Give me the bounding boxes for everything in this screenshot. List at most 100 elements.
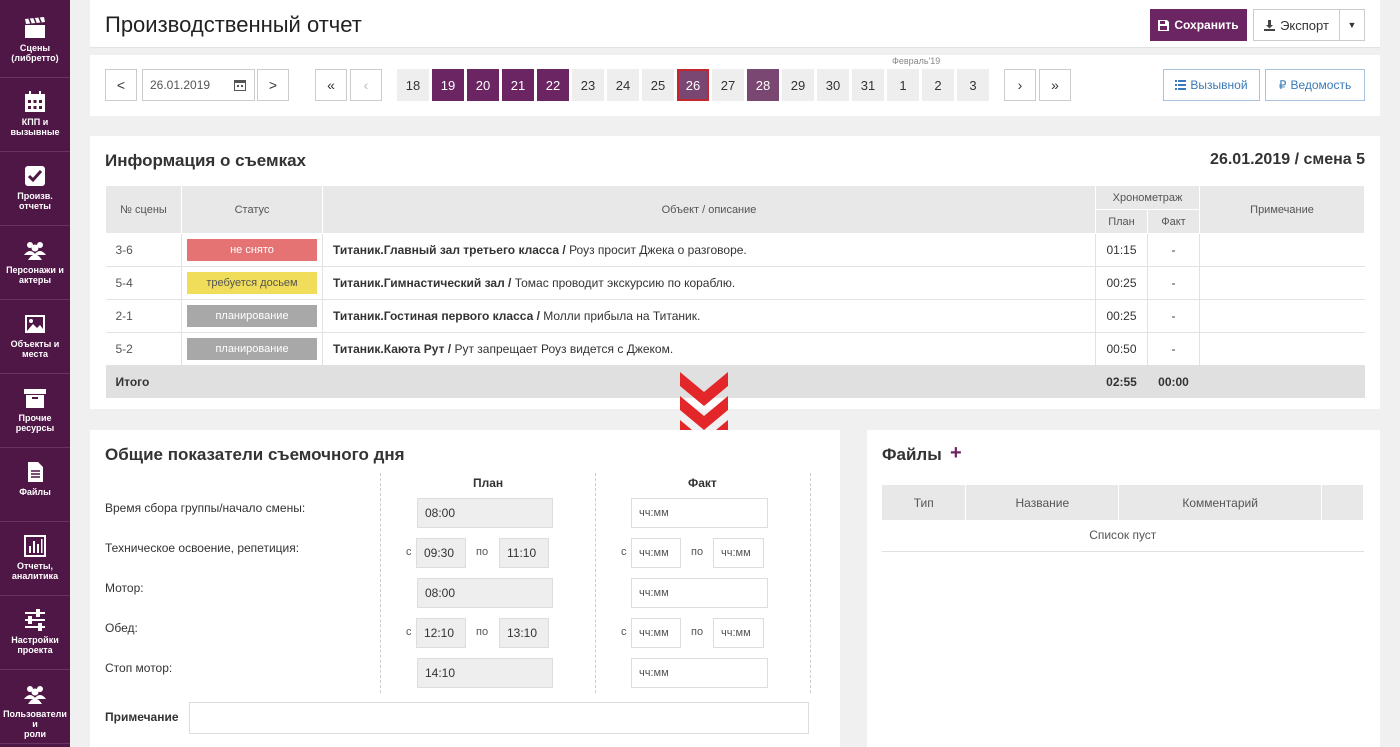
object-cell: Титаник.Каюта Рут / Рут запрещает Роуз в…	[322, 332, 1096, 366]
from-label: с	[621, 626, 627, 638]
save-button[interactable]: Сохранить	[1150, 9, 1247, 41]
last-page-button[interactable]: »	[1039, 69, 1071, 101]
table-row[interactable]: 5-2 планирование Титаник.Каюта Рут / Рут з…	[105, 332, 1365, 366]
plan-column-head: План	[473, 476, 504, 490]
floppy-icon	[1158, 19, 1170, 31]
statement-button[interactable]: ₽ Ведомость	[1265, 69, 1365, 101]
prev-date-button[interactable]: <	[105, 69, 137, 101]
first-page-button[interactable]: «	[315, 69, 347, 101]
sidebar-item-5[interactable]: Прочие ресурсы	[0, 375, 70, 448]
status-badge[interactable]: планирование	[187, 338, 317, 360]
indicator-label: Время сбора группы/начало смены:	[105, 501, 306, 515]
day-button[interactable]: 24	[607, 69, 639, 101]
note-cell	[1199, 266, 1365, 300]
plan-to-field[interactable]: 11:10	[499, 538, 549, 568]
indicator-label: Техническое освоение, репетиция:	[105, 541, 300, 555]
next-date-button[interactable]: >	[257, 69, 289, 101]
calendar-icon[interactable]	[234, 79, 246, 91]
status-cell: не снято	[181, 233, 323, 267]
day-button[interactable]: 23	[572, 69, 604, 101]
divider	[810, 473, 811, 693]
day-button[interactable]: 20	[467, 69, 499, 101]
add-file-button[interactable]: +	[950, 442, 962, 465]
prev-page-button[interactable]: ‹	[350, 69, 382, 101]
status-badge[interactable]: планирование	[187, 305, 317, 327]
shooting-date-shift: 26.01.2019 / смена 5	[1210, 151, 1365, 168]
scene-description: Роуз просит Джека о разговоре.	[565, 243, 747, 257]
callsheet-button[interactable]: Вызывной	[1163, 69, 1260, 101]
page-title: Производственный отчет	[105, 12, 362, 37]
sidebar-item-label: Пользователи и роли	[3, 709, 67, 739]
plan-from-field[interactable]: 12:10	[416, 618, 466, 648]
status-badge[interactable]: требуется досьем	[187, 272, 317, 294]
fact-time-input[interactable]: чч:мм	[631, 658, 768, 688]
empty-list-message: Список пуст	[882, 520, 1364, 552]
status-badge[interactable]: не снято	[187, 239, 317, 261]
plan-time-field[interactable]: 14:10	[417, 658, 553, 688]
fact-time: -	[1147, 233, 1200, 267]
scene-description: Томас проводит экскурсию по кораблю.	[511, 276, 736, 290]
fact-time-input[interactable]: чч:мм	[631, 578, 768, 608]
col-name: Название	[965, 485, 1120, 520]
fact-to-input[interactable]: чч:мм	[713, 538, 764, 568]
date-input[interactable]: 26.01.2019	[142, 69, 255, 101]
day-button[interactable]: 25	[642, 69, 674, 101]
object-name: Титаник.Гостиная первого класса /	[333, 309, 540, 323]
day-button[interactable]: 31	[852, 69, 884, 101]
plan-from-field[interactable]: 09:30	[416, 538, 466, 568]
col-object: Объект / описание	[322, 185, 1096, 234]
to-label: по	[691, 626, 704, 638]
export-button[interactable]: Экспорт ▼	[1253, 9, 1365, 41]
shooting-table: № сцены Статус Объект / описание Хрономе…	[105, 185, 1365, 398]
day-button[interactable]: 2	[922, 69, 954, 101]
sidebar-item-4[interactable]: Объекты и места	[0, 301, 70, 374]
scene-number: 5-2	[105, 332, 182, 366]
sidebar-item-7[interactable]: Отчеты, аналитика	[0, 523, 70, 596]
day-button[interactable]: 29	[782, 69, 814, 101]
day-button[interactable]: 18	[397, 69, 429, 101]
to-label: по	[476, 546, 489, 558]
day-button[interactable]: 30	[817, 69, 849, 101]
day-button[interactable]: 19	[432, 69, 464, 101]
sidebar-item-0[interactable]: Сцены (либретто)	[0, 5, 70, 78]
day-button[interactable]: 1	[887, 69, 919, 101]
plan-time-field[interactable]: 08:00	[417, 578, 553, 608]
day-button[interactable]: 22	[537, 69, 569, 101]
plan-time: 00:25	[1095, 299, 1148, 333]
fact-from-input[interactable]: чч:мм	[631, 538, 681, 568]
object-cell: Титаник.Главный зал третьего класса / Ро…	[322, 233, 1096, 267]
sidebar-item-1[interactable]: КПП и вызывные	[0, 79, 70, 152]
fact-to-input[interactable]: чч:мм	[713, 618, 764, 648]
day-button[interactable]: 3	[957, 69, 989, 101]
archive-icon	[24, 387, 46, 409]
sidebar-item-9[interactable]: Пользователи и роли	[0, 671, 70, 744]
sidebar-item-3[interactable]: Персонажи и актеры	[0, 227, 70, 300]
day-button[interactable]: 27	[712, 69, 744, 101]
fact-from-input[interactable]: чч:мм	[631, 618, 681, 648]
sidebar-item-label: Отчеты, аналитика	[11, 561, 59, 581]
note-input[interactable]	[189, 702, 809, 734]
table-row[interactable]: 3-6 не снято Титаник.Главный зал третьего …	[105, 233, 1365, 267]
next-page-button[interactable]: ›	[1004, 69, 1036, 101]
sidebar-item-8[interactable]: Настройки проекта	[0, 597, 70, 670]
callsheet-label: Вызывной	[1190, 78, 1248, 92]
sidebar-item-2[interactable]: Произв. отчеты	[0, 153, 70, 226]
fact-time: -	[1147, 299, 1200, 333]
col-note: Примечание	[1199, 185, 1365, 234]
table-row[interactable]: 2-1 планирование Титаник.Гостиная первого …	[105, 299, 1365, 333]
files-card: Файлы + Тип Название Комментарий Список …	[867, 430, 1380, 747]
fact-time-input[interactable]: чч:мм	[631, 498, 768, 528]
plan-to-field[interactable]: 13:10	[499, 618, 549, 648]
day-button[interactable]: 21	[502, 69, 534, 101]
note-label: Примечание	[105, 710, 179, 724]
sidebar-item-6[interactable]: Файлы	[0, 449, 70, 522]
day-button[interactable]: 26	[677, 69, 709, 101]
col-fact: Факт	[1147, 209, 1200, 234]
day-button[interactable]: 28	[747, 69, 779, 101]
sidebar-item-label: Сцены (либретто)	[11, 43, 59, 63]
plan-time-field[interactable]: 08:00	[417, 498, 553, 528]
plan-time: 01:15	[1095, 233, 1148, 267]
indicators-title: Общие показатели съемочного дня	[105, 445, 405, 464]
chevron-down-icon[interactable]: ▼	[1340, 20, 1364, 30]
table-row[interactable]: 5-4 требуется досьем Титаник.Гимнастически…	[105, 266, 1365, 300]
